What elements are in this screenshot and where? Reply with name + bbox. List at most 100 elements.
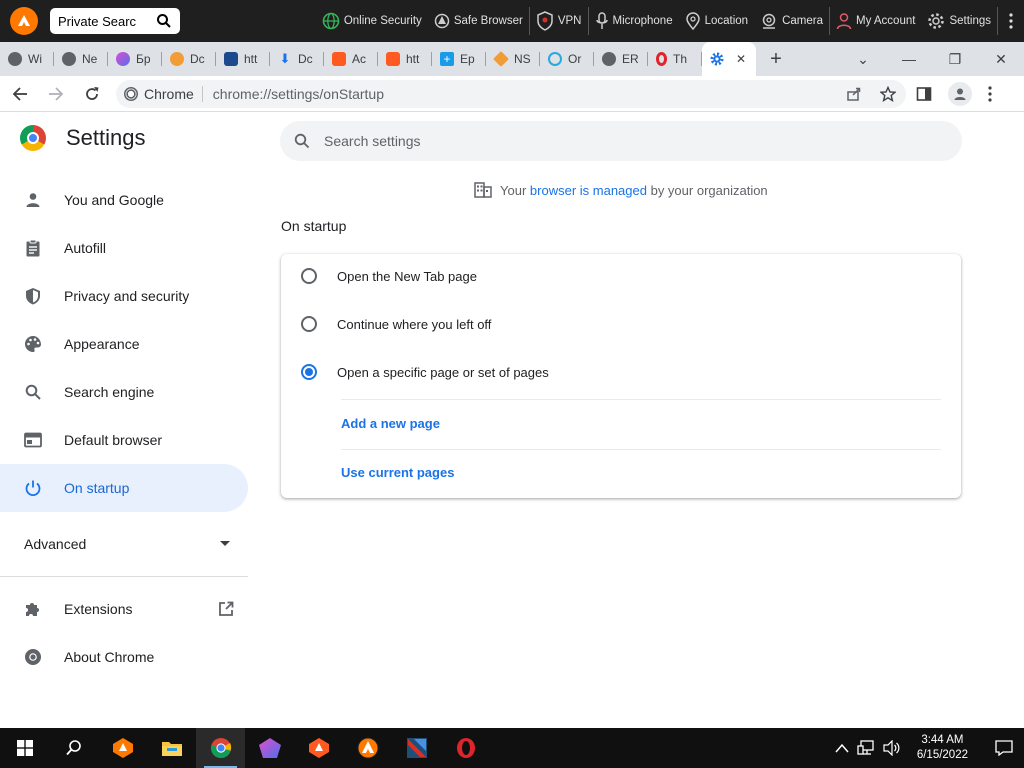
browser-tab[interactable]: Wi (0, 42, 54, 76)
sidebar-item-autofill[interactable]: Autofill (0, 224, 248, 272)
location-pin-icon (685, 12, 700, 30)
sidebar-item-search-engine[interactable]: Search engine (0, 368, 248, 416)
close-window-button[interactable]: ✕ (978, 42, 1024, 76)
close-tab-button[interactable]: ✕ (736, 52, 746, 66)
toolbar-menu-button[interactable] (998, 13, 1024, 29)
person-icon (24, 191, 42, 209)
microphone-button[interactable]: Microphone (589, 0, 679, 42)
url-text[interactable]: chrome://settings/onStartup (203, 86, 384, 102)
diamond-icon (493, 51, 509, 67)
minimize-button[interactable]: — (886, 42, 932, 76)
browser-tab[interactable]: Ac (324, 42, 378, 76)
taskbar-file-explorer[interactable] (147, 728, 196, 768)
search-settings-input[interactable]: Search settings (280, 121, 962, 161)
sidebar-item-about-chrome[interactable]: About Chrome (0, 633, 248, 681)
avast-logo-icon[interactable] (10, 7, 38, 35)
safe-browser-button[interactable]: Safe Browser (428, 0, 529, 42)
back-button[interactable] (4, 78, 36, 110)
online-security-button[interactable]: Online Security (316, 0, 428, 42)
network-icon[interactable] (857, 740, 875, 756)
option-continue-where-left-off[interactable]: Continue where you left off (301, 316, 491, 332)
radio-button[interactable] (301, 268, 317, 284)
notification-button[interactable] (984, 740, 1024, 756)
browser-tab[interactable]: ⬇ Dc (270, 42, 324, 76)
search-icon (24, 383, 42, 401)
reload-button[interactable] (76, 78, 108, 110)
volume-icon[interactable] (883, 740, 901, 756)
browser-tab[interactable]: Th (648, 42, 702, 76)
taskbar-polygon-app[interactable] (245, 728, 294, 768)
new-tab-button[interactable]: + (756, 42, 796, 76)
browser-tab[interactable]: htt (216, 42, 270, 76)
red-app-icon (406, 738, 427, 758)
add-new-page-button[interactable]: Add a new page (341, 416, 440, 431)
circle-icon (548, 52, 562, 66)
browser-tab[interactable]: ER (594, 42, 648, 76)
globe-icon (602, 52, 616, 66)
option-new-tab-page[interactable]: Open the New Tab page (301, 268, 477, 284)
open-in-new-icon (219, 601, 234, 616)
browser-tab[interactable]: htt (378, 42, 432, 76)
chevron-up-icon[interactable] (835, 743, 849, 753)
taskbar-avast-app[interactable] (343, 728, 392, 768)
active-settings-tab[interactable]: ✕ (702, 42, 756, 76)
star-bookmark-icon[interactable] (880, 85, 896, 102)
toolbar-settings-button[interactable]: Settings (921, 0, 997, 42)
private-search-input[interactable]: Private Searc (50, 8, 180, 34)
my-account-button[interactable]: My Account (830, 0, 921, 42)
search-icon[interactable] (156, 13, 172, 29)
sidebar-item-on-startup[interactable]: On startup (0, 464, 248, 512)
card-divider (341, 399, 941, 400)
radio-button[interactable] (301, 316, 317, 332)
browser-tab[interactable]: Бр (108, 42, 162, 76)
use-current-pages-button[interactable]: Use current pages (341, 465, 454, 480)
browser-tab[interactable]: Ne (54, 42, 108, 76)
settings-sidebar: You and Google Autofill Privacy and secu… (0, 176, 248, 681)
taskbar-avast-browser[interactable] (98, 728, 147, 768)
card-divider (341, 449, 941, 450)
forward-button[interactable] (40, 78, 72, 110)
caret-down-icon (220, 541, 230, 546)
location-button[interactable]: Location (679, 0, 754, 42)
browser-tab[interactable]: NS (486, 42, 540, 76)
globe-shield-icon (322, 12, 340, 30)
sidebar-item-you-and-google[interactable]: You and Google (0, 176, 248, 224)
vpn-shield-icon (537, 11, 553, 31)
windows-taskbar: 3:44 AM 6/15/2022 (0, 728, 1024, 768)
sidebar-item-extensions[interactable]: Extensions (0, 585, 248, 633)
taskbar-red-app[interactable] (392, 728, 441, 768)
browser-tab[interactable]: Dc (162, 42, 216, 76)
sidebar-advanced-toggle[interactable]: Advanced (0, 520, 248, 568)
download-icon: ⬇ (279, 51, 291, 66)
sidebar-item-default-browser[interactable]: Default browser (0, 416, 248, 464)
settings-header: Settings (20, 125, 146, 151)
sidebar-item-appearance[interactable]: Appearance (0, 320, 248, 368)
omnibox[interactable]: Chrome chrome://settings/onStartup (116, 79, 906, 108)
browser-tab[interactable]: Or (540, 42, 594, 76)
radio-button-checked[interactable] (301, 364, 317, 380)
start-button[interactable] (0, 728, 49, 768)
site-info-chip[interactable]: Chrome (124, 85, 203, 102)
taskbar-clock[interactable]: 3:44 AM 6/15/2022 (909, 733, 976, 763)
restore-button[interactable]: ❐ (932, 42, 978, 76)
profile-avatar[interactable] (948, 81, 972, 106)
search-icon (65, 740, 81, 756)
option-specific-pages[interactable]: Open a specific page or set of pages (301, 364, 549, 380)
side-panel-icon[interactable] (916, 86, 932, 102)
share-icon[interactable] (846, 86, 862, 102)
kebab-menu-icon[interactable] (988, 85, 992, 102)
camera-button[interactable]: Camera (754, 0, 829, 42)
arrow-right-icon (49, 86, 64, 101)
tab-search-button[interactable]: ⌄ (840, 42, 886, 76)
taskbar-opera[interactable] (441, 728, 490, 768)
taskbar-avast-secure[interactable] (294, 728, 343, 768)
sidebar-item-privacy-and-security[interactable]: Privacy and security (0, 272, 248, 320)
taskbar-chrome[interactable] (196, 728, 245, 768)
browser-managed-link[interactable]: browser is managed (530, 183, 647, 198)
browser-tab[interactable]: + Ep (432, 42, 486, 76)
chrome-gray-icon (24, 648, 42, 666)
taskbar-search-button[interactable] (49, 728, 98, 768)
opera-icon (656, 52, 667, 66)
chrome-gray-icon (8, 52, 22, 66)
vpn-button[interactable]: VPN (530, 0, 588, 42)
